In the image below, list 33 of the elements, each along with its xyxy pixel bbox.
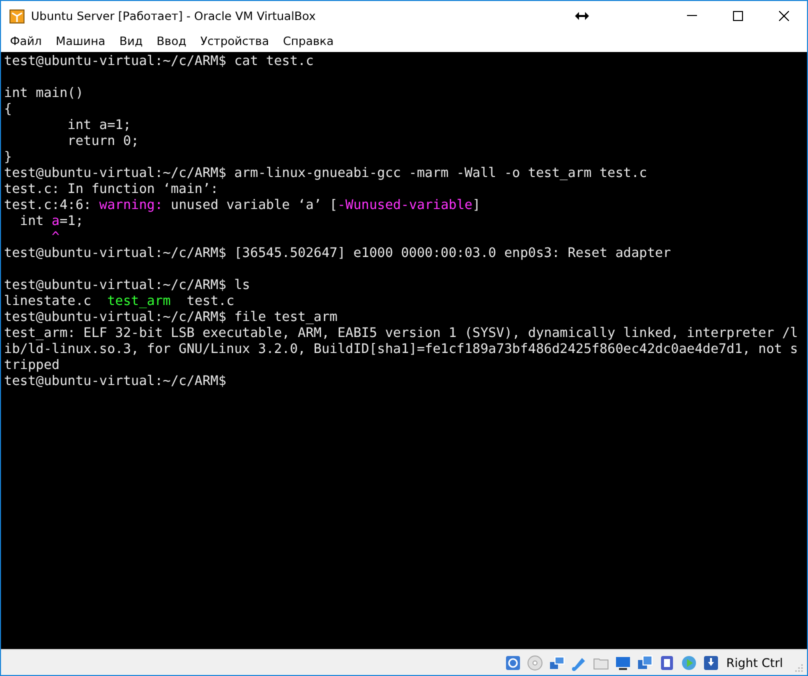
menu-item[interactable]: Вид	[112, 32, 150, 50]
terminal-line: ib/ld-linux.so.3, for GNU/Linux 3.2.0, BuildID[sha1]=fe1cf189a73bf486d2425f860ec42dc0ae4de7d1, not s	[4, 342, 799, 358]
terminal-line: test.c: In function ‘main’:	[4, 182, 220, 198]
window-title: Ubuntu Server [Работает] - Oracle VM VirtualBox	[31, 8, 317, 22]
terminal-line: int a=1;	[66, 118, 132, 134]
resize-grip-icon[interactable]	[795, 664, 803, 672]
terminal-line: return 0;	[66, 134, 140, 150]
terminal-line: test.c:4:6: warning: unused variable ‘a’ [-Wunused-variable]	[4, 198, 482, 214]
terminal-line: {	[4, 102, 13, 118]
menu-item[interactable]: Машина	[48, 32, 112, 50]
terminal-line: test_arm: ELF 32-bit LSB executable, ARM, EABI5 version 1 (SYSV), dynamically linked, interpreter /l	[4, 326, 799, 342]
menu-item[interactable]: Ввод	[150, 32, 194, 50]
network-icon[interactable]	[548, 654, 566, 672]
menu-item[interactable]: Справка	[276, 32, 341, 50]
app-icon	[9, 8, 25, 24]
terminal-line: }	[4, 150, 13, 166]
terminal-line: tripped	[4, 358, 61, 374]
terminal-line: int main()	[4, 86, 84, 102]
terminal-line: test@ubuntu-virtual:~/c/ARM$ ls	[4, 278, 252, 294]
host-key-label: Right Ctrl	[726, 656, 783, 670]
terminal-line: ^	[50, 230, 61, 246]
terminal-line: test@ubuntu-virtual:~/c/ARM$ file test_arm	[4, 310, 338, 326]
menu-item[interactable]: Устройства	[193, 32, 276, 50]
terminal-screen[interactable]	[1, 52, 807, 649]
terminal-line: int a=1;	[18, 214, 84, 230]
terminal-line: test@ubuntu-virtual:~/c/ARM$ arm-linux-gnueabi-gcc -marm -Wall -o test_arm test.c	[4, 166, 648, 182]
resize-cursor-icon	[575, 10, 589, 20]
menu-item[interactable]: Файл	[3, 32, 49, 50]
terminal-line: linestate.c test_arm test.c	[4, 294, 236, 310]
terminal-line: test@ubuntu-virtual:~/c/ARM$ [36545.502647] e1000 0000:00:03.0 enp0s3: Reset adapter	[4, 246, 672, 262]
terminal-line: test@ubuntu-virtual:~/c/ARM$	[4, 374, 228, 390]
terminal-line: test@ubuntu-virtual:~/c/ARM$ cat test.c	[4, 54, 315, 70]
windows-icon[interactable]	[636, 654, 654, 672]
